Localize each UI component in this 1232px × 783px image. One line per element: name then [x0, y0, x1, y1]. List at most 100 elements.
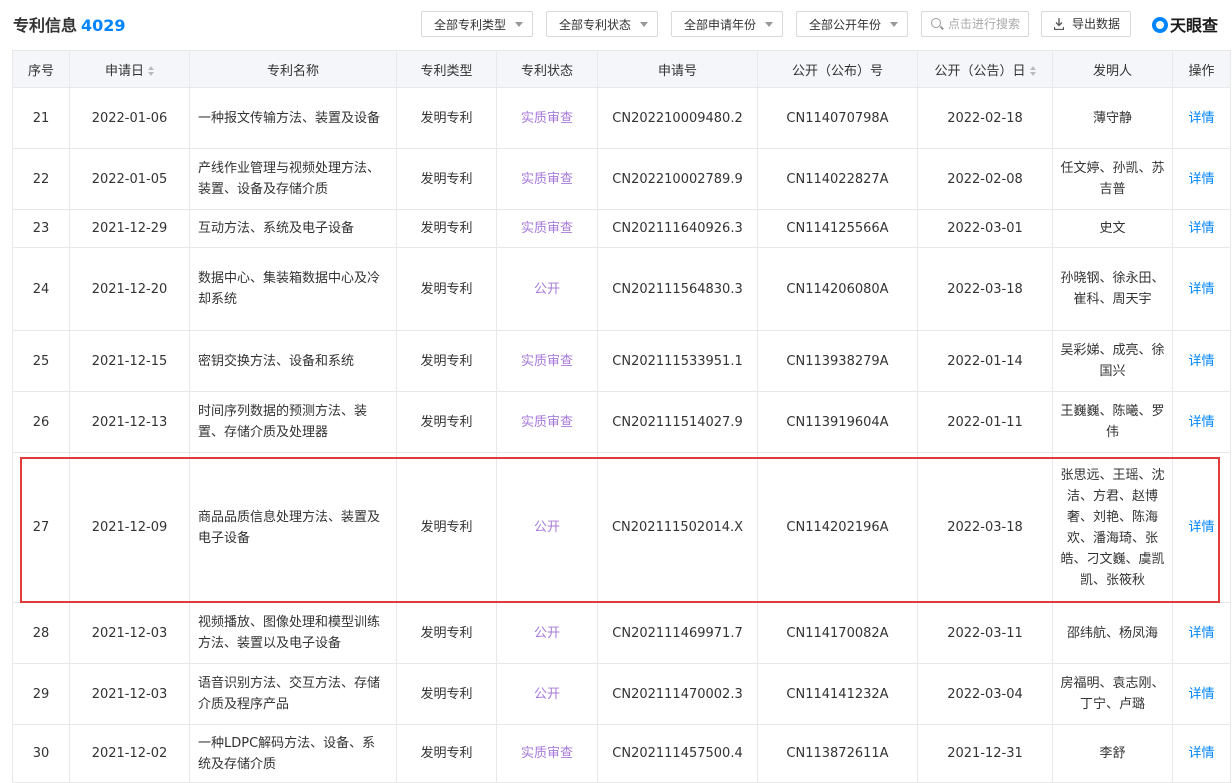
cell-app-no: CN202210002789.9 — [597, 148, 758, 210]
col-header-app-no-label: 申请号 — [657, 63, 697, 79]
detail-link[interactable]: 详情 — [1172, 452, 1231, 603]
search-placeholder: 点击进行搜索 — [948, 17, 1021, 31]
cell-type: 发明专利 — [396, 87, 497, 149]
cell-no: 24 — [12, 247, 70, 331]
cell-patent-name: 视频播放、图像处理和模型训练方法、装置以及电子设备 — [189, 602, 397, 664]
cell-inventors: 史文 — [1052, 209, 1173, 248]
cell-pub-no: CN114141232A — [757, 663, 918, 725]
export-button[interactable]: 导出数据 — [1041, 11, 1131, 37]
logo-text: 天眼查 — [1170, 16, 1219, 35]
cell-app-no: CN202210009480.2 — [597, 87, 758, 149]
cell-pub-date: 2022-03-04 — [917, 663, 1053, 725]
col-header-type: 专利类型 — [396, 50, 497, 88]
detail-link[interactable]: 详情 — [1172, 602, 1231, 664]
cell-pub-date: 2021-12-31 — [917, 724, 1053, 783]
cell-app-no: CN202111533951.1 — [597, 330, 758, 392]
filter-patent-status-label: 全部专利状态 — [559, 18, 632, 32]
cell-type: 发明专利 — [396, 602, 497, 664]
chevron-down-icon — [515, 22, 523, 27]
cell-type: 发明专利 — [396, 209, 497, 248]
col-header-action: 操作 — [1172, 50, 1231, 88]
cell-status: 实质审查 — [496, 391, 598, 453]
cell-pub-no: CN114202196A — [757, 452, 918, 603]
cell-type: 发明专利 — [396, 247, 497, 331]
cell-pub-date: 2022-02-18 — [917, 87, 1053, 149]
filter-publication-year-label: 全部公开年份 — [809, 18, 882, 32]
col-header-action-label: 操作 — [1188, 63, 1215, 79]
table-row-highlighted: 27 2021-12-09 商品品质信息处理方法、装置及电子设备 发明专利 公开… — [12, 452, 1231, 603]
sort-icon[interactable] — [148, 65, 154, 76]
col-header-no-label: 序号 — [27, 63, 54, 79]
cell-pub-no: CN114206080A — [757, 247, 918, 331]
detail-link[interactable]: 详情 — [1172, 148, 1231, 210]
cell-no: 26 — [12, 391, 70, 453]
chevron-down-icon — [890, 22, 898, 27]
cell-type: 发明专利 — [396, 452, 497, 603]
cell-inventors: 薄守静 — [1052, 87, 1173, 149]
search-input[interactable]: 点击进行搜索 — [921, 11, 1029, 37]
cell-app-date: 2021-12-15 — [69, 330, 190, 392]
detail-link[interactable]: 详情 — [1172, 724, 1231, 783]
cell-inventors: 房福明、袁志刚、丁宁、卢璐 — [1052, 663, 1173, 725]
cell-patent-name: 互动方法、系统及电子设备 — [189, 209, 397, 248]
cell-no: 25 — [12, 330, 70, 392]
cell-status: 实质审查 — [496, 209, 598, 248]
cell-type: 发明专利 — [396, 663, 497, 725]
cell-inventors: 孙晓钢、徐永田、崔科、周天宇 — [1052, 247, 1173, 331]
cell-inventors: 邵纬航、杨凤海 — [1052, 602, 1173, 664]
detail-link[interactable]: 详情 — [1172, 391, 1231, 453]
detail-link[interactable]: 详情 — [1172, 663, 1231, 725]
table-row: 23 2021-12-29 互动方法、系统及电子设备 发明专利 实质审查 CN2… — [12, 209, 1231, 248]
filter-patent-status[interactable]: 全部专利状态 — [546, 11, 658, 37]
cell-no: 22 — [12, 148, 70, 210]
cell-no: 30 — [12, 724, 70, 783]
table-row: 24 2021-12-20 数据中心、集装箱数据中心及冷却系统 发明专利 公开 … — [12, 247, 1231, 331]
cell-status: 公开 — [496, 663, 598, 725]
cell-pub-no: CN114070798A — [757, 87, 918, 149]
sort-icon[interactable] — [1029, 65, 1036, 76]
detail-link[interactable]: 详情 — [1172, 330, 1231, 392]
cell-pub-date: 2022-02-08 — [917, 148, 1053, 210]
cell-status: 实质审查 — [496, 87, 598, 149]
cell-app-date: 2021-12-13 — [69, 391, 190, 453]
title-text: 专利信息 — [13, 16, 78, 35]
cell-inventors: 李舒 — [1052, 724, 1173, 783]
cell-app-date: 2021-12-09 — [69, 452, 190, 603]
detail-link[interactable]: 详情 — [1172, 209, 1231, 248]
patent-count: 4029 — [81, 16, 126, 35]
cell-status: 实质审查 — [496, 724, 598, 783]
col-header-pub-date[interactable]: 公开（公告）日 — [917, 50, 1053, 88]
cell-status: 公开 — [496, 247, 598, 331]
table-row: 22 2022-01-05 产线作业管理与视频处理方法、装置、设备及存储介质 发… — [12, 148, 1231, 210]
download-icon — [1054, 18, 1064, 30]
cell-app-date: 2021-12-20 — [69, 247, 190, 331]
cell-patent-name: 一种报文传输方法、装置及设备 — [189, 87, 397, 149]
cell-pub-date: 2022-03-01 — [917, 209, 1053, 248]
cell-pub-no: CN114022827A — [757, 148, 918, 210]
page-title: 专利信息 4029 — [13, 12, 126, 36]
col-header-inventors: 发明人 — [1052, 50, 1173, 88]
filter-application-year-label: 全部申请年份 — [684, 18, 757, 32]
patent-table: 序号 申请日 专利名称 专利类型 专利状态 申请号 公开（公布）号 公开（公告）… — [12, 50, 1231, 783]
cell-pub-no: CN114170082A — [757, 602, 918, 664]
filter-publication-year[interactable]: 全部公开年份 — [796, 11, 908, 37]
col-header-no: 序号 — [12, 50, 70, 88]
cell-status: 公开 — [496, 602, 598, 664]
export-button-label: 导出数据 — [1072, 17, 1121, 31]
cell-patent-name: 密钥交换方法、设备和系统 — [189, 330, 397, 392]
filter-application-year[interactable]: 全部申请年份 — [671, 11, 783, 37]
cell-type: 发明专利 — [396, 330, 497, 392]
cell-status: 公开 — [496, 452, 598, 603]
filter-patent-type[interactable]: 全部专利类型 — [421, 11, 533, 37]
cell-pub-no: CN113919604A — [757, 391, 918, 453]
table-row: 28 2021-12-03 视频播放、图像处理和模型训练方法、装置以及电子设备 … — [12, 602, 1231, 664]
cell-app-date: 2021-12-02 — [69, 724, 190, 783]
col-header-pub-no-label: 公开（公布）号 — [791, 63, 883, 79]
logo-mark-icon — [1152, 17, 1168, 33]
detail-link[interactable]: 详情 — [1172, 247, 1231, 331]
col-header-app-date[interactable]: 申请日 — [69, 50, 190, 88]
table-row: 25 2021-12-15 密钥交换方法、设备和系统 发明专利 实质审查 CN2… — [12, 330, 1231, 392]
detail-link[interactable]: 详情 — [1172, 87, 1231, 149]
tianyancha-logo: 天眼查 — [1152, 12, 1218, 36]
cell-pub-date: 2022-03-18 — [917, 452, 1053, 603]
